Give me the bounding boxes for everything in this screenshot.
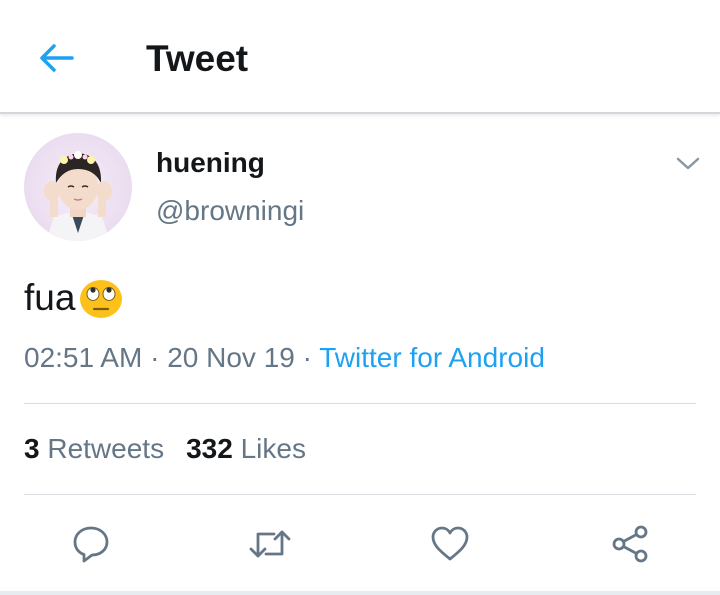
divider [24, 494, 696, 495]
chevron-down-icon [676, 157, 700, 170]
profile-photo [24, 133, 132, 241]
like-button[interactable] [426, 520, 474, 568]
meta-separator: · [150, 342, 160, 373]
reply-button[interactable] [67, 520, 115, 568]
tweet-text: fua [24, 276, 125, 320]
divider [24, 403, 696, 404]
share-icon [612, 525, 648, 563]
likes-label: Likes [240, 433, 306, 464]
tweet-detail-screen: Tweet huening @browningi fua 02:51 AM · … [0, 0, 720, 595]
tweet-text-content: fua [24, 277, 76, 318]
retweets-count: 3 [24, 433, 40, 464]
likes-stat[interactable]: 332 Likes [186, 433, 306, 464]
heart-icon [431, 526, 469, 561]
reply-icon [73, 526, 109, 563]
likes-count: 332 [186, 433, 233, 464]
avatar[interactable] [24, 133, 132, 241]
arrow-left-icon [40, 44, 74, 72]
retweet-icon [249, 530, 291, 558]
meta-separator: · [302, 342, 312, 373]
tweet-time: 02:51 AM [24, 342, 143, 373]
retweets-label: Retweets [47, 433, 165, 464]
author-handle[interactable]: @browningi [156, 195, 304, 227]
tweet-menu-button[interactable] [672, 150, 704, 178]
tweet-source-link[interactable]: Twitter for Android [319, 342, 545, 373]
retweet-button[interactable] [246, 520, 294, 568]
author-display-name[interactable]: huening [156, 147, 265, 179]
tweet-stats: 3 Retweets 332 Likes [24, 432, 306, 466]
retweets-stat[interactable]: 3 Retweets [24, 433, 164, 464]
face-with-rolling-eyes-emoji [80, 280, 123, 318]
top-app-bar: Tweet [0, 0, 720, 114]
share-button[interactable] [606, 520, 654, 568]
page-title: Tweet [146, 38, 249, 79]
tweet-date: 20 Nov 19 [167, 342, 295, 373]
bottom-border [0, 591, 720, 595]
back-button[interactable] [34, 38, 78, 78]
tweet-meta: 02:51 AM · 20 Nov 19 · Twitter for Andro… [24, 341, 545, 375]
